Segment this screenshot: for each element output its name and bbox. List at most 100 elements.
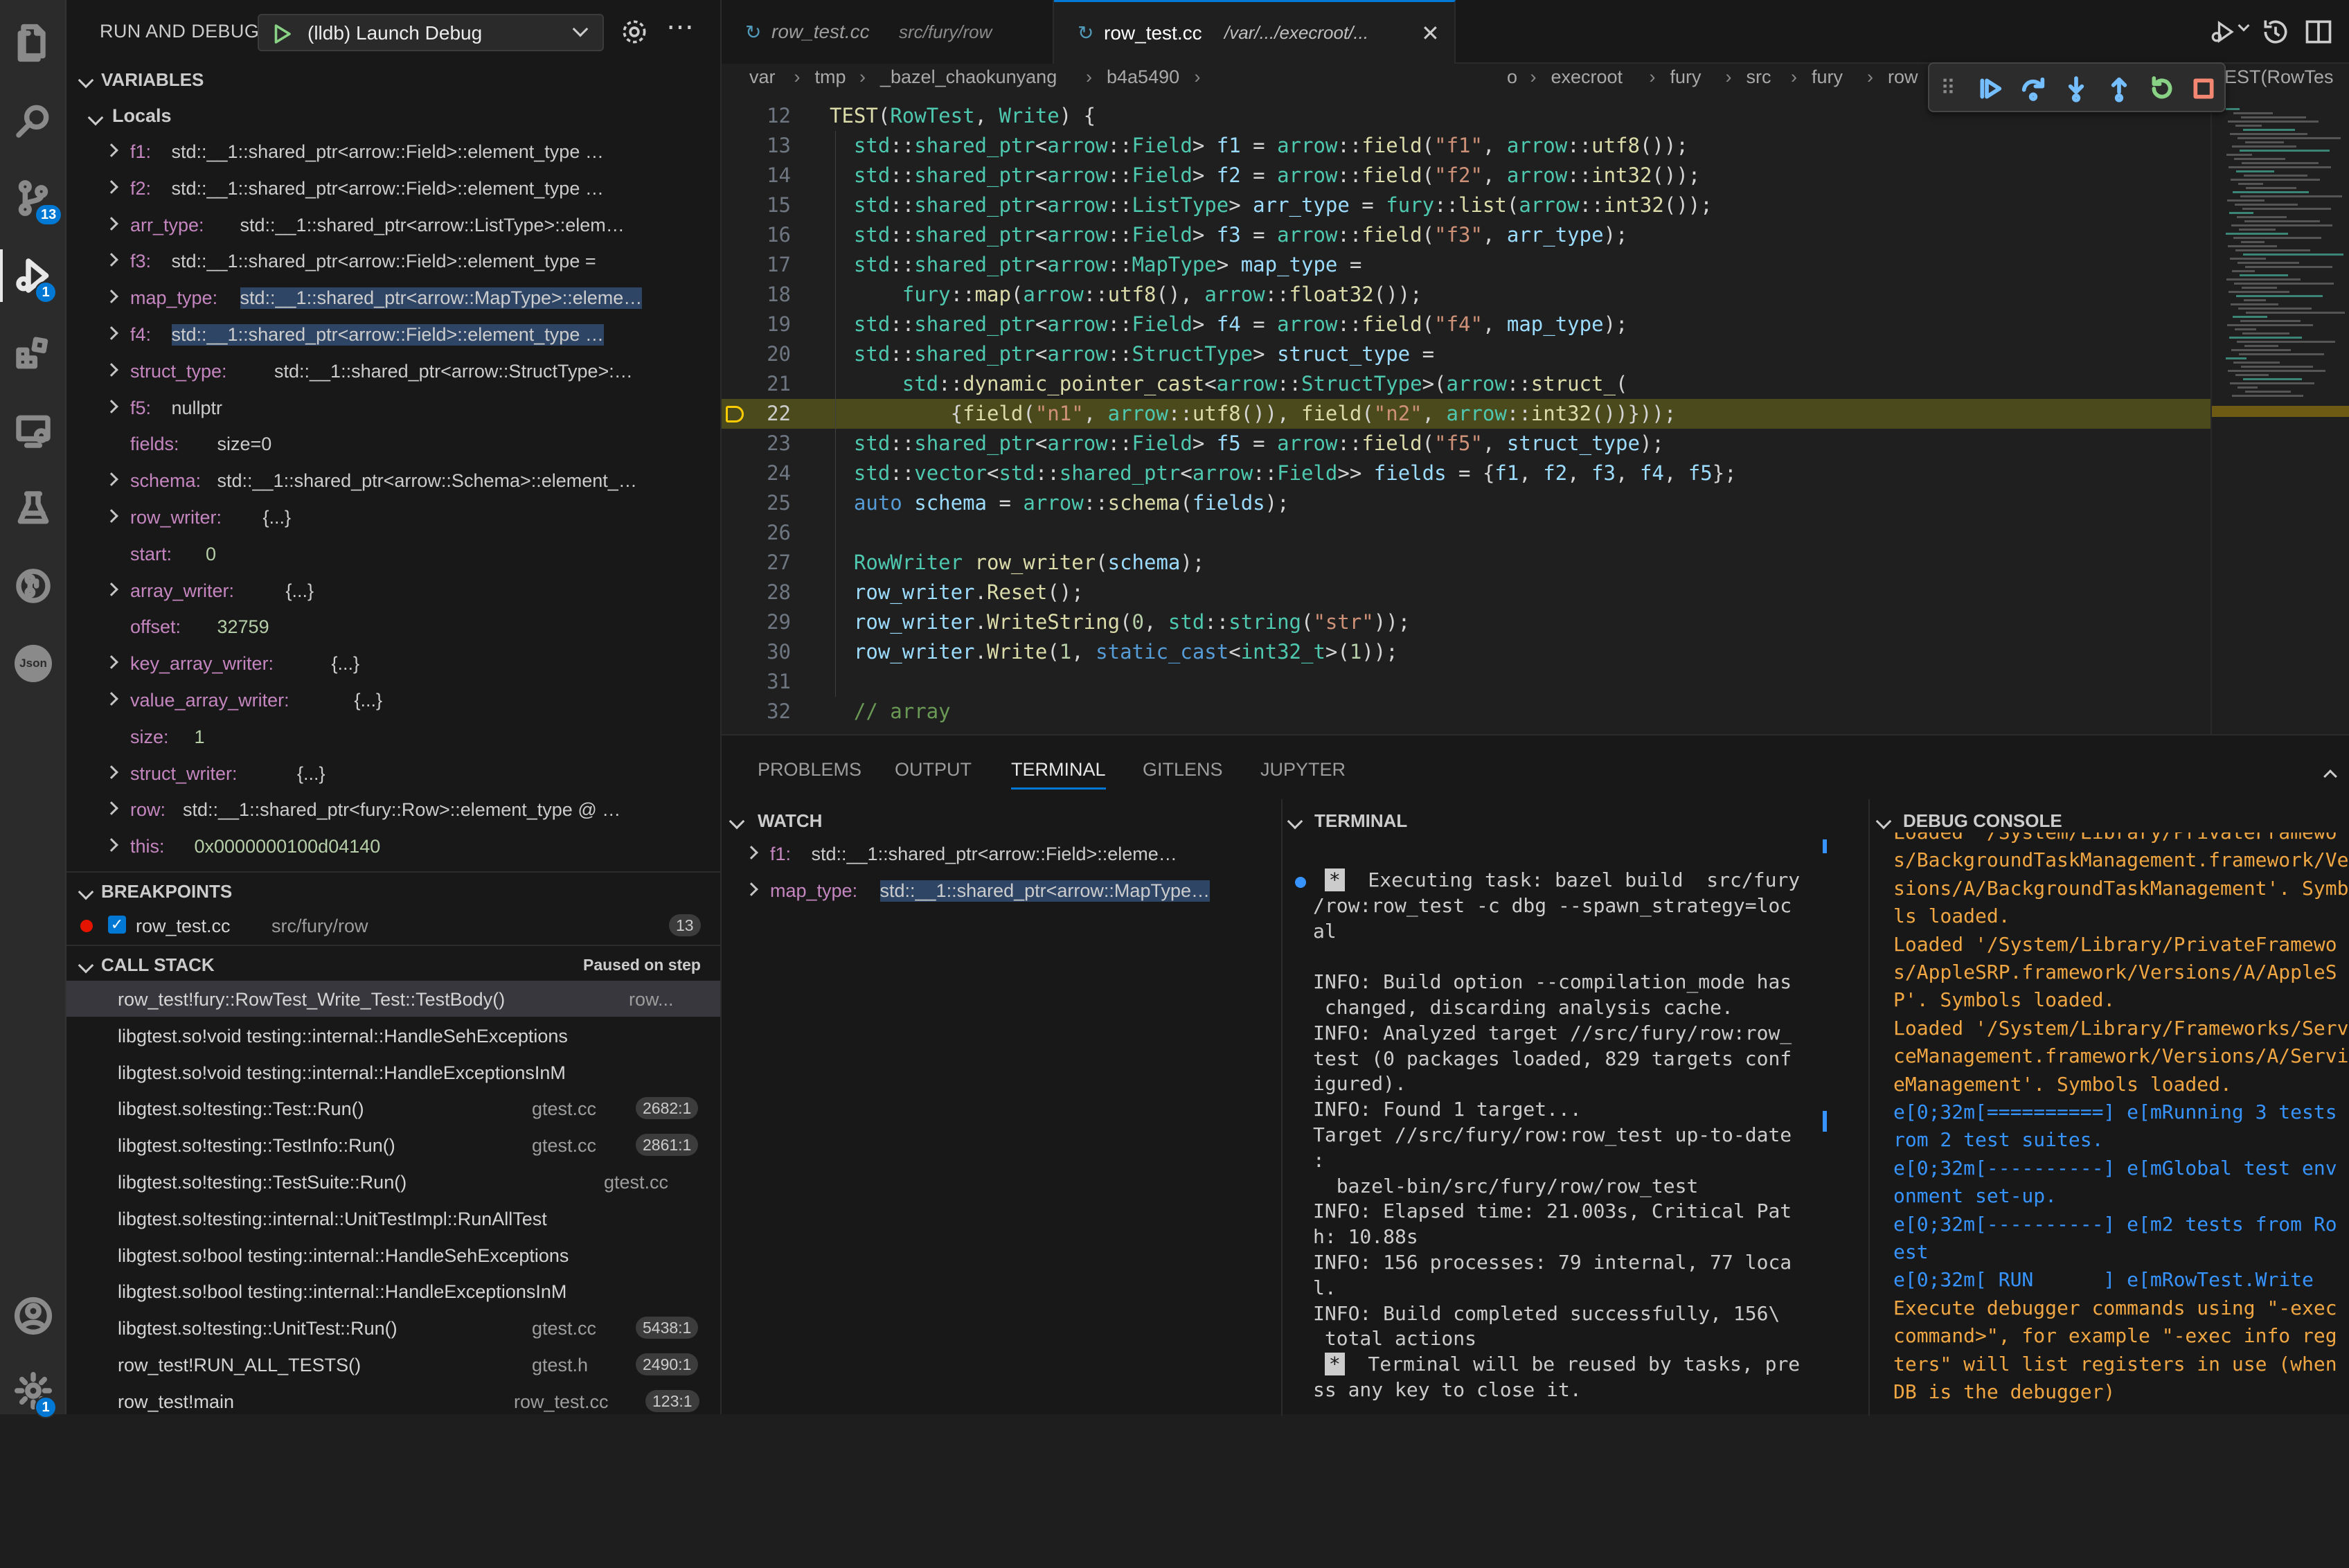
- gear-icon[interactable]: [619, 17, 650, 47]
- maximize-panel-icon[interactable]: [2323, 765, 2337, 786]
- split-editor-icon[interactable]: [2303, 17, 2334, 47]
- more-actions-icon[interactable]: ⋯: [666, 11, 695, 43]
- code-line[interactable]: 29 row_writer.WriteString(0, std::string…: [722, 607, 2210, 637]
- debug-console-section-header[interactable]: DEBUG CONSOLE: [1870, 799, 2349, 835]
- variable-row[interactable]: map_type: std::__1::shared_ptr<arrow::Map…: [66, 279, 720, 315]
- variable-row[interactable]: schema: std::__1::shared_ptr<arrow::Schem…: [66, 462, 720, 498]
- breadcrumb-item[interactable]: tmp: [815, 66, 846, 88]
- step-into-button[interactable]: [2060, 72, 2093, 105]
- gitlens-icon[interactable]: [0, 553, 66, 619]
- breakpoint-checkbox[interactable]: ✓: [108, 916, 126, 934]
- watch-item[interactable]: [722, 1532, 1281, 1568]
- breadcrumb-item[interactable]: fury: [1670, 66, 1702, 88]
- callstack-frame[interactable]: libgtest.so!testing::Test::Run() gtest.cc…: [66, 1090, 720, 1126]
- code-line[interactable]: 22 {field("n1", arrow::utf8()), field("n…: [722, 399, 2210, 429]
- tab-output[interactable]: OUTPUT: [895, 759, 972, 781]
- code-line[interactable]: 13 std::shared_ptr<arrow::Field> f1 = ar…: [722, 131, 2210, 161]
- callstack-frame[interactable]: row_test!fury::RowTest_Write_Test::TestB…: [66, 981, 720, 1017]
- run-debug-split-icon[interactable]: [2206, 17, 2240, 47]
- variable-row[interactable]: f3: std::__1::shared_ptr<arrow::Field>::e…: [66, 242, 720, 278]
- variable-row[interactable]: offset: 32759: [66, 608, 720, 644]
- variable-row[interactable]: value_array_writer: {...}: [66, 681, 720, 718]
- code-line[interactable]: 15 std::shared_ptr<arrow::ListType> arr_…: [722, 190, 2210, 220]
- variable-row[interactable]: struct_writer: {...}: [66, 755, 720, 791]
- search-icon[interactable]: [0, 87, 66, 154]
- breadcrumb-item[interactable]: var: [749, 66, 776, 88]
- breadcrumb-item[interactable]: o: [1507, 66, 1517, 88]
- code-line[interactable]: 14 std::shared_ptr<arrow::Field> f2 = ar…: [722, 161, 2210, 190]
- minimap[interactable]: [2210, 101, 2349, 734]
- variable-row[interactable]: arr_type: std::__1::shared_ptr<arrow::Lis…: [66, 206, 720, 242]
- code-line[interactable]: 24 std::vector<std::shared_ptr<arrow::Fi…: [722, 458, 2210, 488]
- code-line[interactable]: 32 // array: [722, 697, 2210, 727]
- variable-row[interactable]: f4: std::__1::shared_ptr<arrow::Field>::e…: [66, 316, 720, 352]
- breadcrumb-item[interactable]: row: [1888, 66, 1918, 88]
- variable-row[interactable]: row: std::__1::shared_ptr<fury::Row>::ele…: [66, 791, 720, 827]
- extensions-icon[interactable]: [0, 320, 66, 386]
- continue-button[interactable]: [1974, 72, 2007, 105]
- step-out-button[interactable]: [2102, 72, 2136, 105]
- code-line[interactable]: 31: [722, 667, 2210, 697]
- tab-terminal[interactable]: TERMINAL: [1011, 759, 1106, 790]
- minimap-slider[interactable]: [2212, 406, 2349, 417]
- explorer-icon[interactable]: [0, 10, 66, 76]
- watch-row[interactable]: map_type: std::__1::shared_ptr<arrow::Map…: [722, 872, 1281, 908]
- code-line[interactable]: 20 std::shared_ptr<arrow::StructType> st…: [722, 339, 2210, 369]
- stop-button[interactable]: [2187, 72, 2220, 105]
- callstack-frame[interactable]: libgtest.so!bool testing::internal::Hand…: [66, 1237, 720, 1273]
- breakpoint-item[interactable]: ✓ row_test.cc src/fury/row 13: [66, 907, 720, 943]
- step-over-button[interactable]: [2017, 72, 2050, 105]
- launch-config-select[interactable]: (lldb) Launch Debug: [258, 14, 604, 51]
- account-icon[interactable]: [0, 1283, 66, 1349]
- tab-row-test-source[interactable]: ↻ row_test.cc src/fury/row: [722, 0, 1054, 64]
- code-line[interactable]: 27 RowWriter row_writer(schema);: [722, 548, 2210, 578]
- variable-row[interactable]: array_writer: {...}: [66, 572, 720, 608]
- locals-scope[interactable]: Locals: [66, 97, 720, 133]
- debug-console-output[interactable]: Loaded '/System/Library/PrivateFramewo s/…: [1870, 832, 2349, 1416]
- variable-row[interactable]: f2: std::__1::shared_ptr<arrow::Field>::e…: [66, 170, 720, 206]
- callstack-frame[interactable]: libgtest.so!testing::UnitTest::Run() gtes…: [66, 1310, 720, 1346]
- run-debug-icon[interactable]: 1: [0, 242, 66, 309]
- code-line[interactable]: 30 row_writer.Write(1, static_cast<int32…: [722, 637, 2210, 667]
- callstack-frame[interactable]: libgtest.so!bool testing::internal::Hand…: [66, 1273, 720, 1309]
- restart-button[interactable]: [2145, 72, 2179, 105]
- code-line[interactable]: 28 row_writer.Reset();: [722, 578, 2210, 607]
- callstack-frame[interactable]: row_test!main row_test.cc 123:1: [66, 1383, 720, 1414]
- history-icon[interactable]: [2260, 17, 2291, 47]
- callstack-frame[interactable]: libgtest.so!void testing::internal::Hand…: [66, 1054, 720, 1090]
- close-icon[interactable]: ✕: [1421, 20, 1440, 46]
- tab-problems[interactable]: PROBLEMS: [758, 759, 861, 781]
- tab-gitlens[interactable]: GITLENS: [1143, 759, 1223, 781]
- variable-row[interactable]: key_array_writer: {...}: [66, 645, 720, 681]
- code-line[interactable]: 26: [722, 518, 2210, 548]
- callstack-frame[interactable]: libgtest.so!void testing::internal::Hand…: [66, 1017, 720, 1053]
- breadcrumb-item[interactable]: src: [1747, 66, 1771, 88]
- breadcrumb-item[interactable]: TEST(RowTes: [2213, 66, 2334, 88]
- code-line[interactable]: 19 std::shared_ptr<arrow::Field> f4 = ar…: [722, 310, 2210, 339]
- remote-explorer-icon[interactable]: [0, 398, 66, 464]
- breadcrumb-item[interactable]: _bazel_chaokunyang: [880, 66, 1057, 88]
- source-control-icon[interactable]: 13: [0, 165, 66, 231]
- drag-handle-icon[interactable]: ⠿: [1940, 76, 1956, 100]
- variable-row[interactable]: f1: std::__1::shared_ptr<arrow::Field>::e…: [66, 133, 720, 169]
- variable-row[interactable]: row_writer: {...}: [66, 499, 720, 535]
- start-debug-icon[interactable]: [269, 21, 294, 46]
- breadcrumb-item[interactable]: fury: [1812, 66, 1843, 88]
- testing-icon[interactable]: [0, 475, 66, 542]
- callstack-frame[interactable]: libgtest.so!testing::TestSuite::Run() gte…: [66, 1164, 720, 1200]
- breadcrumb-item[interactable]: execroot: [1551, 66, 1623, 88]
- callstack-frame[interactable]: libgtest.so!testing::internal::UnitTestI…: [66, 1200, 720, 1236]
- variable-row[interactable]: start: 0: [66, 535, 720, 571]
- variable-row[interactable]: f5: nullptr: [66, 389, 720, 425]
- breakpoints-section-header[interactable]: BREAKPOINTS: [66, 871, 720, 907]
- tab-row-test-execroot[interactable]: ↻ row_test.cc /var/.../execroot/... ✕: [1054, 0, 1456, 64]
- terminal-section-header[interactable]: TERMINAL: [1283, 799, 1868, 835]
- breadcrumb-item[interactable]: b4a5490: [1107, 66, 1179, 88]
- json-icon[interactable]: Json: [0, 630, 66, 697]
- variable-row[interactable]: fields: size=0: [66, 425, 720, 461]
- callstack-frame[interactable]: libgtest.so!testing::TestInfo::Run() gtes…: [66, 1127, 720, 1163]
- code-line[interactable]: 16 std::shared_ptr<arrow::Field> f3 = ar…: [722, 220, 2210, 250]
- watch-section-header[interactable]: WATCH: [722, 799, 1281, 835]
- code-editor[interactable]: 12 TEST(RowTest, Write) {13 std::shared_p…: [722, 101, 2210, 734]
- code-line[interactable]: 18 fury::map(arrow::utf8(), arrow::float…: [722, 280, 2210, 310]
